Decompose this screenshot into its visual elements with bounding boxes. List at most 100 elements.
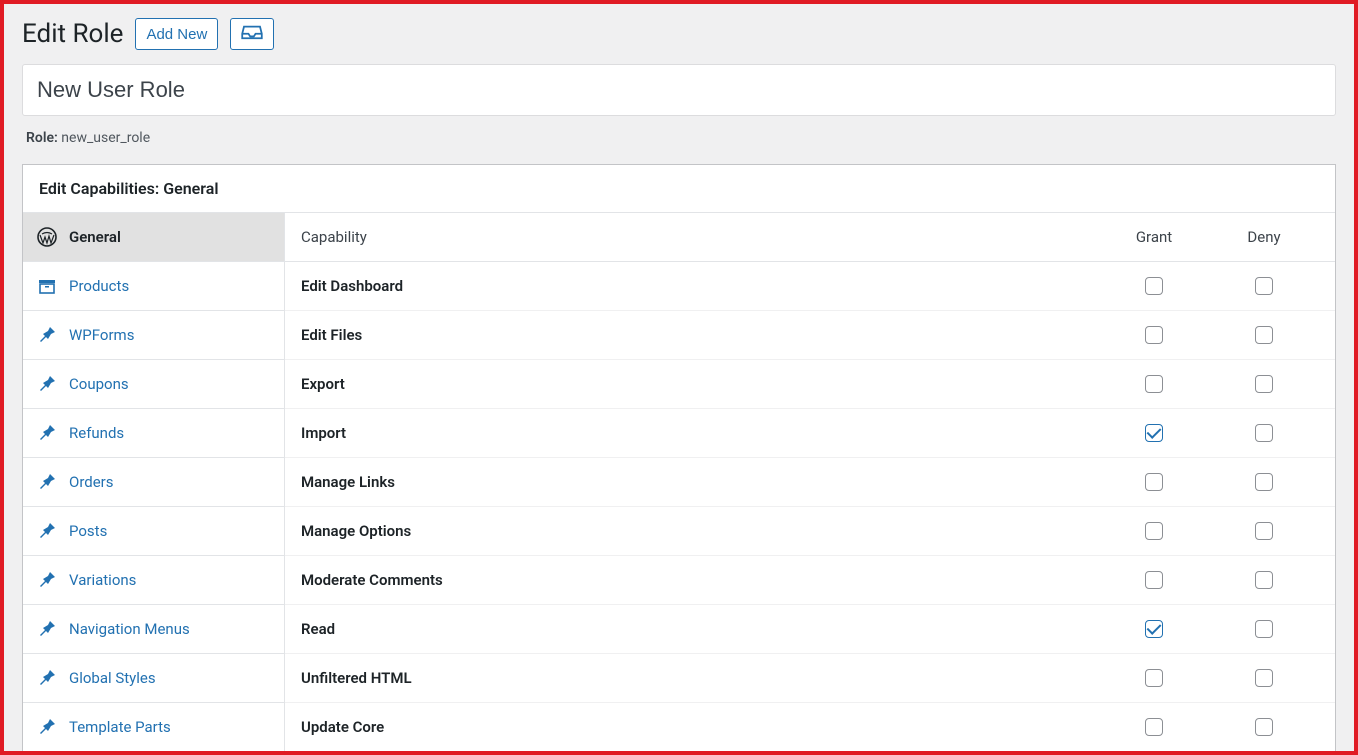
sidebar-item-label: Orders [69, 473, 114, 491]
deny-checkbox[interactable] [1255, 620, 1273, 638]
page-header: Edit Role Add New [22, 4, 1336, 64]
capability-row: Edit Files [285, 311, 1335, 360]
capability-row: Export [285, 360, 1335, 409]
capability-row: Moderate Comments [285, 556, 1335, 605]
sidebar-item-label: Coupons [69, 375, 129, 393]
deny-checkbox[interactable] [1255, 473, 1273, 491]
grant-checkbox[interactable] [1145, 669, 1163, 687]
col-deny: Deny [1209, 228, 1319, 246]
sidebar-item-wpforms[interactable]: WPForms [23, 311, 284, 360]
role-slug-value: new_user_role [61, 130, 150, 146]
pin-icon [37, 570, 57, 590]
capability-row: Manage Links [285, 458, 1335, 507]
deny-cell [1209, 571, 1319, 589]
sidebar-item-global-styles[interactable]: Global Styles [23, 654, 284, 703]
app-frame: Edit Role Add New Role: new_user_role Ed… [0, 0, 1358, 755]
sidebar-item-coupons[interactable]: Coupons [23, 360, 284, 409]
inbox-button[interactable] [230, 18, 274, 50]
deny-checkbox[interactable] [1255, 669, 1273, 687]
role-slug-line: Role: new_user_role [22, 116, 1336, 164]
capability-name: Update Core [301, 718, 1099, 736]
capability-table-header: Capability Grant Deny [285, 213, 1335, 262]
deny-checkbox[interactable] [1255, 326, 1273, 344]
sidebar-item-label: Template Parts [69, 718, 171, 736]
pin-icon [37, 668, 57, 688]
pin-icon [37, 619, 57, 639]
grant-checkbox[interactable] [1145, 424, 1163, 442]
capability-row: Manage Options [285, 507, 1335, 556]
panel-body: General Products WPForms Coupons Refunds Orde… [23, 213, 1335, 752]
deny-cell [1209, 375, 1319, 393]
deny-checkbox[interactable] [1255, 277, 1273, 295]
capability-table: Capability Grant Deny Edit Dashboard Edit… [285, 213, 1335, 752]
sidebar-item-orders[interactable]: Orders [23, 458, 284, 507]
panel-heading: Edit Capabilities: General [23, 165, 1335, 213]
capability-name: Edit Files [301, 326, 1099, 344]
grant-cell [1099, 718, 1209, 736]
capability-name: Unfiltered HTML [301, 669, 1099, 687]
sidebar-item-label: Global Styles [69, 669, 156, 687]
capability-name: Manage Links [301, 473, 1099, 491]
grant-cell [1099, 669, 1209, 687]
deny-cell [1209, 424, 1319, 442]
capability-name: Read [301, 620, 1099, 638]
grant-checkbox[interactable] [1145, 522, 1163, 540]
sidebar-item-refunds[interactable]: Refunds [23, 409, 284, 458]
capability-row: Update Core [285, 703, 1335, 752]
sidebar-item-label: WPForms [69, 326, 134, 344]
grant-cell [1099, 620, 1209, 638]
grant-checkbox[interactable] [1145, 375, 1163, 393]
deny-checkbox[interactable] [1255, 571, 1273, 589]
grant-cell [1099, 277, 1209, 295]
capability-name: Import [301, 424, 1099, 442]
deny-checkbox[interactable] [1255, 718, 1273, 736]
grant-cell [1099, 424, 1209, 442]
sidebar-item-posts[interactable]: Posts [23, 507, 284, 556]
grant-checkbox[interactable] [1145, 473, 1163, 491]
deny-cell [1209, 277, 1319, 295]
deny-cell [1209, 620, 1319, 638]
role-name-input[interactable] [22, 64, 1336, 116]
sidebar-item-template-parts[interactable]: Template Parts [23, 703, 284, 752]
sidebar-item-label: Navigation Menus [69, 620, 190, 638]
pin-icon [37, 472, 57, 492]
grant-checkbox[interactable] [1145, 620, 1163, 638]
capability-name: Export [301, 375, 1099, 393]
grant-checkbox[interactable] [1145, 718, 1163, 736]
sidebar-item-label: Refunds [69, 424, 124, 442]
deny-checkbox[interactable] [1255, 522, 1273, 540]
capabilities-panel: Edit Capabilities: General General Produc… [22, 164, 1336, 753]
capability-row: Import [285, 409, 1335, 458]
pin-icon [37, 325, 57, 345]
sidebar-item-label: Products [69, 277, 129, 295]
deny-cell [1209, 473, 1319, 491]
col-grant: Grant [1099, 228, 1209, 246]
deny-checkbox[interactable] [1255, 424, 1273, 442]
grant-checkbox[interactable] [1145, 571, 1163, 589]
grant-cell [1099, 522, 1209, 540]
role-slug-label: Role: [26, 130, 58, 146]
grant-cell [1099, 326, 1209, 344]
capability-row: Edit Dashboard [285, 262, 1335, 311]
grant-checkbox[interactable] [1145, 326, 1163, 344]
grant-checkbox[interactable] [1145, 277, 1163, 295]
sidebar-item-navigation-menus[interactable]: Navigation Menus [23, 605, 284, 654]
page: Edit Role Add New Role: new_user_role Ed… [4, 4, 1354, 751]
sidebar-item-products[interactable]: Products [23, 262, 284, 311]
deny-cell [1209, 669, 1319, 687]
capability-row: Unfiltered HTML [285, 654, 1335, 703]
deny-checkbox[interactable] [1255, 375, 1273, 393]
capability-group-sidebar: General Products WPForms Coupons Refunds Orde… [23, 213, 285, 752]
sidebar-item-general[interactable]: General [23, 213, 284, 262]
add-new-button[interactable]: Add New [135, 18, 218, 50]
archive-icon [37, 276, 57, 296]
grant-cell [1099, 571, 1209, 589]
sidebar-item-label: General [69, 228, 121, 246]
deny-cell [1209, 326, 1319, 344]
pin-icon [37, 423, 57, 443]
wordpress-icon [37, 227, 57, 247]
deny-cell [1209, 718, 1319, 736]
capability-name: Moderate Comments [301, 571, 1099, 589]
page-title: Edit Role [22, 19, 123, 49]
sidebar-item-variations[interactable]: Variations [23, 556, 284, 605]
